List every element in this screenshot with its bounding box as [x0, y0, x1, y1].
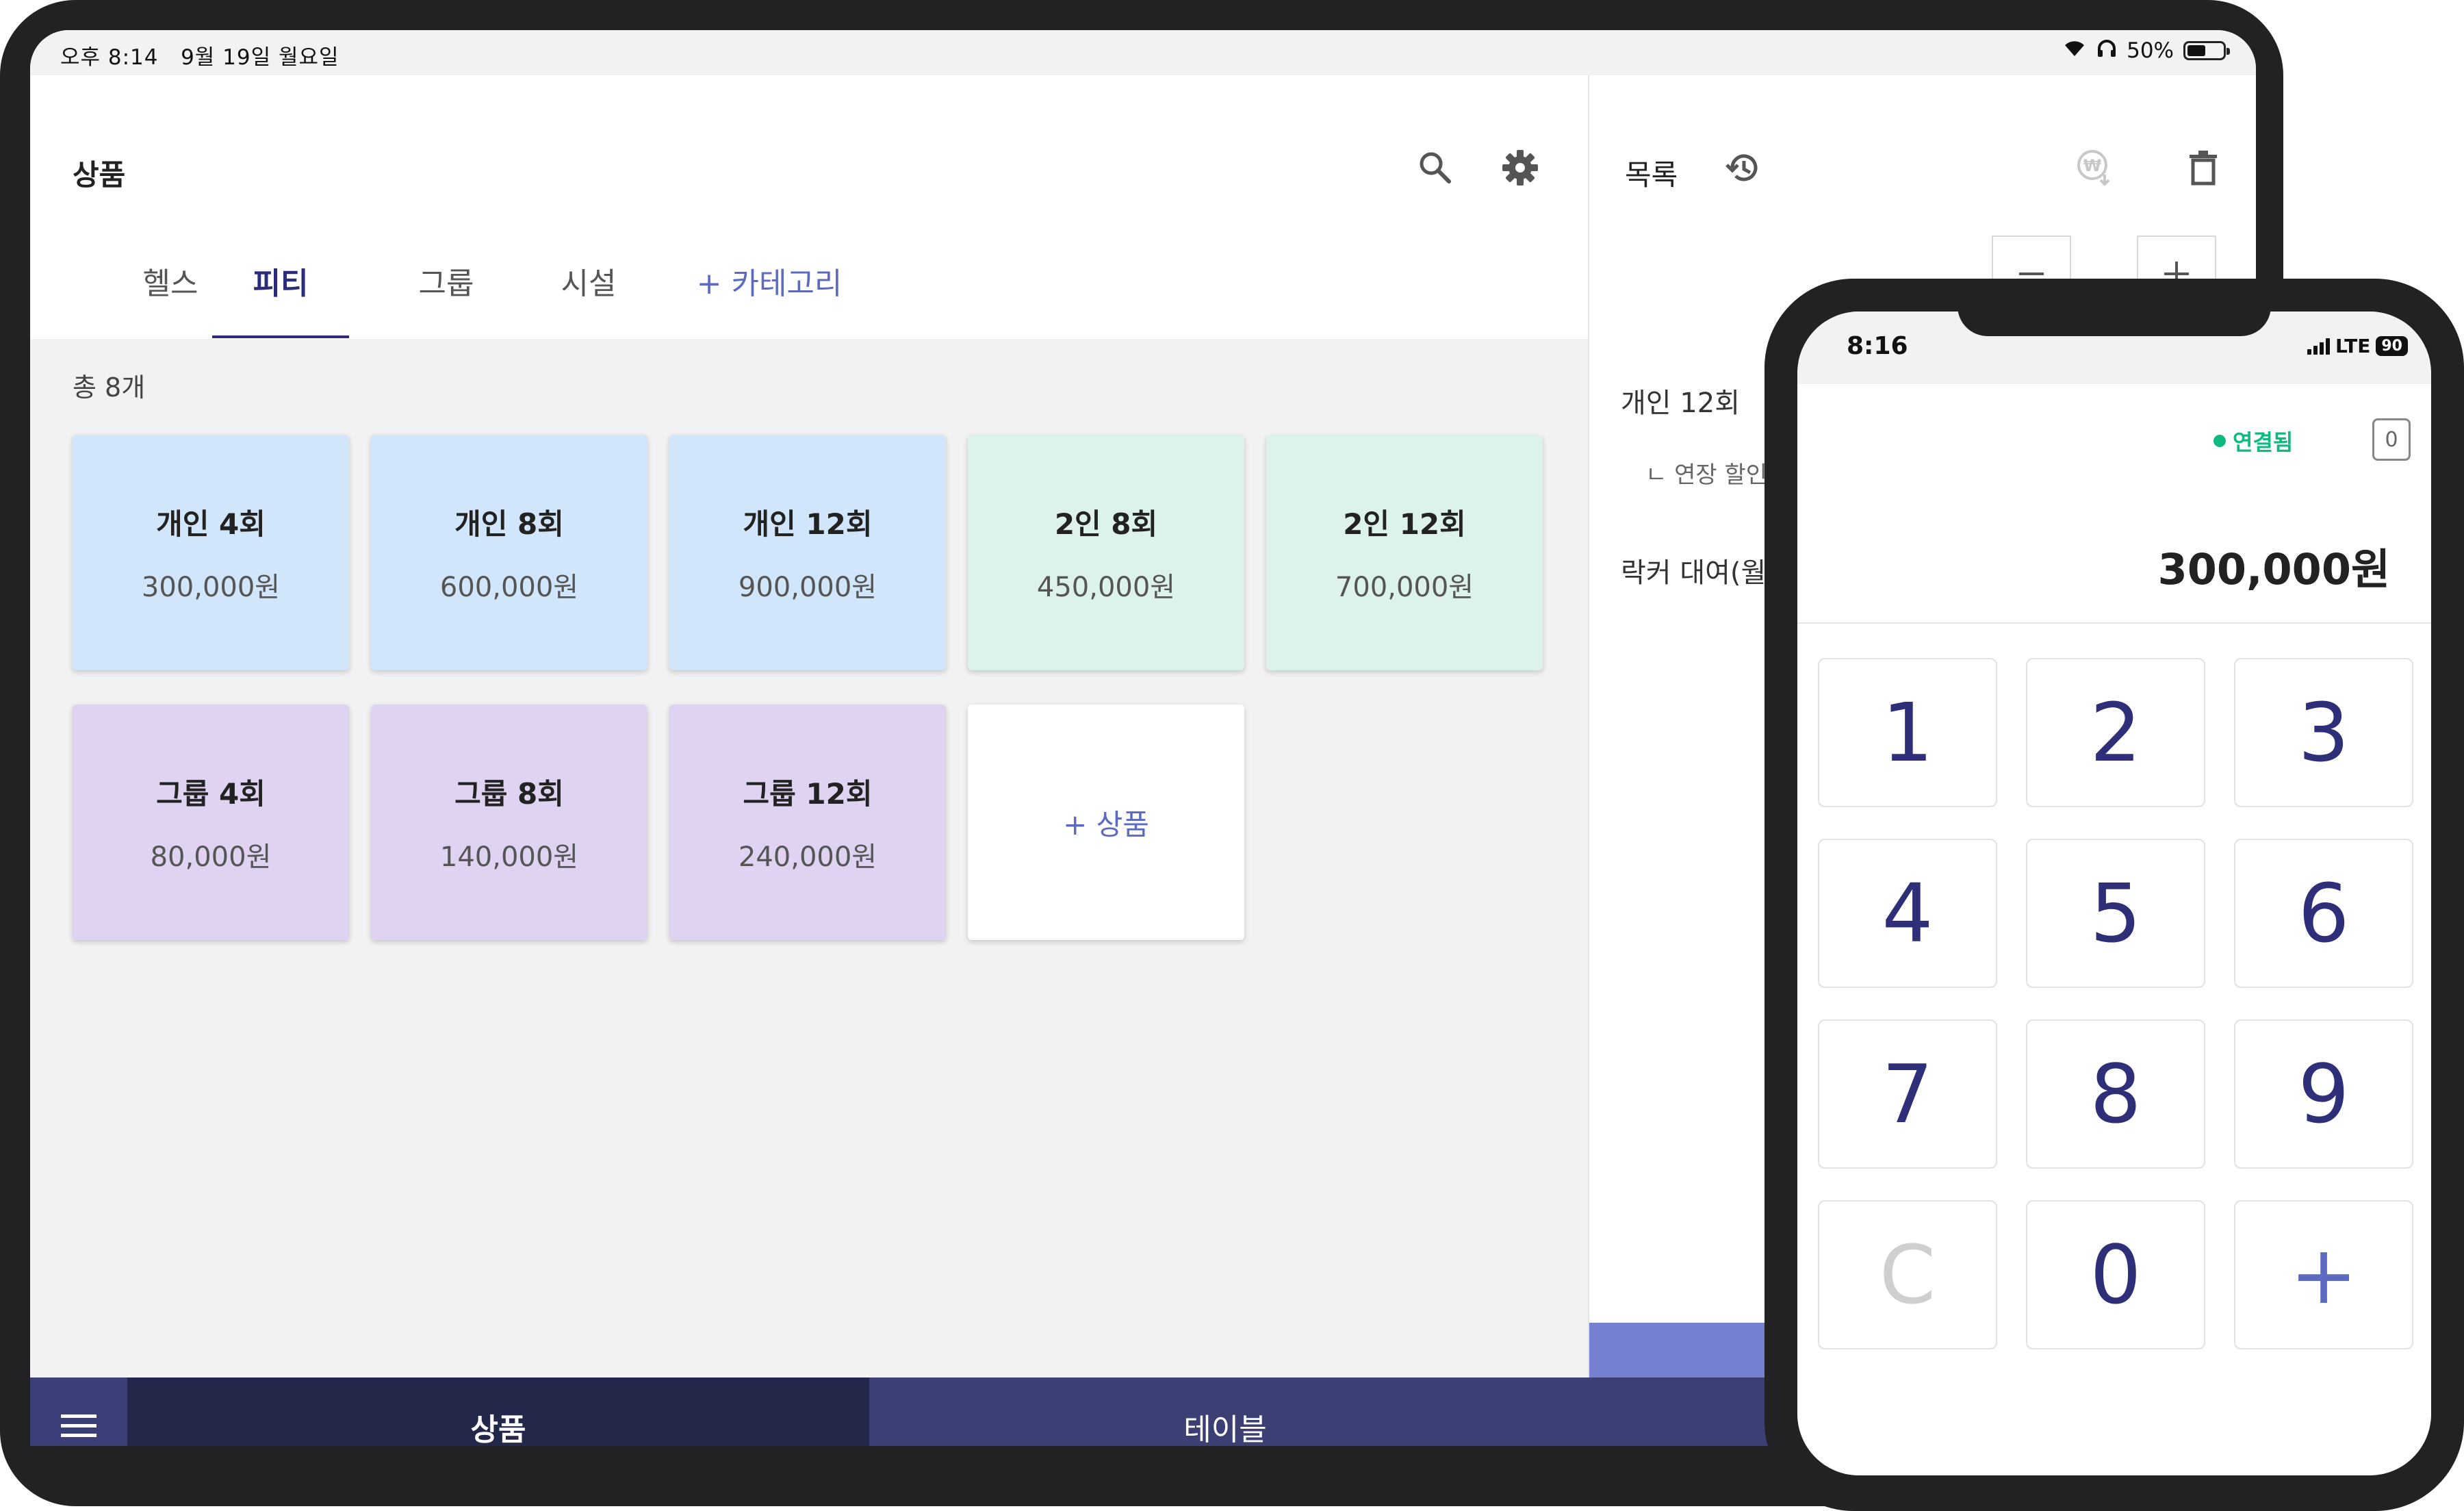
product-price: 240,000원 [738, 841, 877, 873]
phone-screen: 8:16 LTE 90 연결됨 0 300,000원 1 2 3 4 5 6 7… [1797, 312, 2431, 1475]
product-card[interactable]: 그룹 8회 140,000원 [371, 704, 647, 940]
connection-label: 연결됨 [2233, 429, 2294, 455]
amount-display: 300,000원 [2157, 544, 2390, 594]
item-count-badge[interactable]: 0 [2372, 418, 2411, 461]
tab-group[interactable]: 그룹 [396, 259, 497, 327]
svg-text:₩: ₩ [2083, 156, 2102, 175]
order-title: 목록 [1625, 158, 1678, 192]
trash-icon [2187, 149, 2220, 189]
nav-products[interactable]: 상품 [127, 1377, 869, 1446]
wifi-icon [2062, 38, 2087, 63]
battery-icon [2183, 41, 2230, 60]
active-tab-indicator [212, 335, 349, 338]
payment-terminal: 연결됨 0 300,000원 1 2 3 4 5 6 7 8 9 C 0 + [1797, 384, 2431, 1475]
product-price: 80,000원 [150, 841, 272, 873]
page-title: 상품 [73, 158, 126, 192]
phone-notch [1958, 279, 2271, 336]
key-7[interactable]: 7 [1818, 1019, 1997, 1169]
product-name: 개인 12회 [743, 507, 873, 541]
product-name: 개인 8회 [454, 507, 564, 541]
total-count: 총 8개 [73, 372, 146, 403]
status-indicators: 50% [2062, 38, 2230, 63]
headphones-icon [2096, 38, 2117, 63]
history-icon [1724, 149, 1762, 190]
add-category-button[interactable]: + 카테고리 [687, 259, 851, 327]
key-4[interactable]: 4 [1818, 839, 1997, 988]
status-time: 오후 8:14 [60, 45, 159, 70]
key-clear[interactable]: C [1818, 1200, 1997, 1349]
key-5[interactable]: 5 [2026, 839, 2205, 988]
nav-table[interactable]: 테이블 [869, 1377, 1581, 1446]
key-plus[interactable]: + [2234, 1200, 2413, 1349]
status-dot-icon [2213, 435, 2226, 447]
hamburger-icon [61, 1412, 97, 1442]
product-card[interactable]: 2인 8회 450,000원 [968, 435, 1244, 670]
product-name: 개인 4회 [156, 507, 266, 541]
order-discount: ㄴ 연장 할인 [1645, 461, 1768, 489]
won-coin-icon: ₩ [2075, 147, 2116, 191]
key-9[interactable]: 9 [2234, 1019, 2413, 1169]
product-name: 그룹 8회 [454, 776, 564, 811]
key-3[interactable]: 3 [2234, 658, 2413, 807]
key-8[interactable]: 8 [2026, 1019, 2205, 1169]
product-name: 2인 8회 [1054, 507, 1158, 541]
add-product-label: + 상품 [1063, 807, 1149, 841]
product-card[interactable]: 그룹 12회 240,000원 [669, 704, 946, 940]
signal-icon [2307, 338, 2330, 355]
network-type: LTE [2335, 335, 2371, 357]
tab-health[interactable]: 헬스 [112, 259, 229, 327]
key-1[interactable]: 1 [1818, 658, 1997, 807]
product-card[interactable]: 개인 12회 900,000원 [669, 435, 946, 670]
add-product-button[interactable]: + 상품 [968, 704, 1244, 940]
product-price: 450,000원 [1036, 571, 1176, 603]
products-content: 총 8개 개인 4회 300,000원 개인 8회 600,000원 개인 12… [30, 339, 1588, 1377]
product-price: 300,000원 [141, 571, 281, 603]
product-name: 2인 12회 [1343, 507, 1466, 541]
settings-button[interactable] [1496, 145, 1544, 193]
gear-icon [1501, 149, 1539, 190]
product-card[interactable]: 개인 8회 600,000원 [371, 435, 647, 670]
connection-status: 연결됨 [2213, 425, 2293, 457]
phone-battery: 90 [2376, 336, 2408, 356]
product-price: 600,000원 [439, 571, 579, 603]
product-price: 700,000원 [1335, 571, 1474, 603]
product-card[interactable]: 그룹 4회 80,000원 [73, 704, 349, 940]
status-datetime: 오후 8:14 9월 19일 월요일 [60, 40, 339, 71]
delete-button[interactable] [2179, 145, 2227, 193]
search-icon [1417, 150, 1453, 188]
order-item[interactable]: 락커 대여(월 [1621, 550, 1766, 590]
status-bar: 오후 8:14 9월 19일 월요일 50% [30, 30, 2256, 75]
history-button[interactable] [1719, 145, 1767, 193]
won-payment-button[interactable]: ₩ [2071, 145, 2119, 193]
order-item[interactable]: 개인 12회 [1621, 381, 1740, 420]
menu-button[interactable] [30, 1377, 127, 1446]
tab-facility[interactable]: 시설 [534, 259, 643, 327]
key-2[interactable]: 2 [2026, 658, 2205, 807]
products-header: 상품 헬스 피티 그룹 시설 + 카테고리 [30, 75, 1588, 339]
product-name: 그룹 12회 [743, 776, 873, 811]
battery-percent: 50% [2127, 38, 2174, 63]
phone-indicators: LTE 90 [2307, 335, 2408, 357]
product-price: 900,000원 [738, 571, 877, 603]
phone-time: 8:16 [1847, 332, 1908, 360]
product-price: 140,000원 [439, 841, 579, 873]
tab-pt[interactable]: 피티 [212, 259, 349, 327]
product-card[interactable]: 2인 12회 700,000원 [1266, 435, 1543, 670]
status-date: 9월 19일 월요일 [181, 45, 339, 70]
key-6[interactable]: 6 [2234, 839, 2413, 988]
product-card[interactable]: 개인 4회 300,000원 [73, 435, 349, 670]
key-0[interactable]: 0 [2026, 1200, 2205, 1349]
divider [1797, 622, 2431, 624]
search-button[interactable] [1411, 145, 1459, 193]
product-name: 그룹 4회 [156, 776, 266, 811]
